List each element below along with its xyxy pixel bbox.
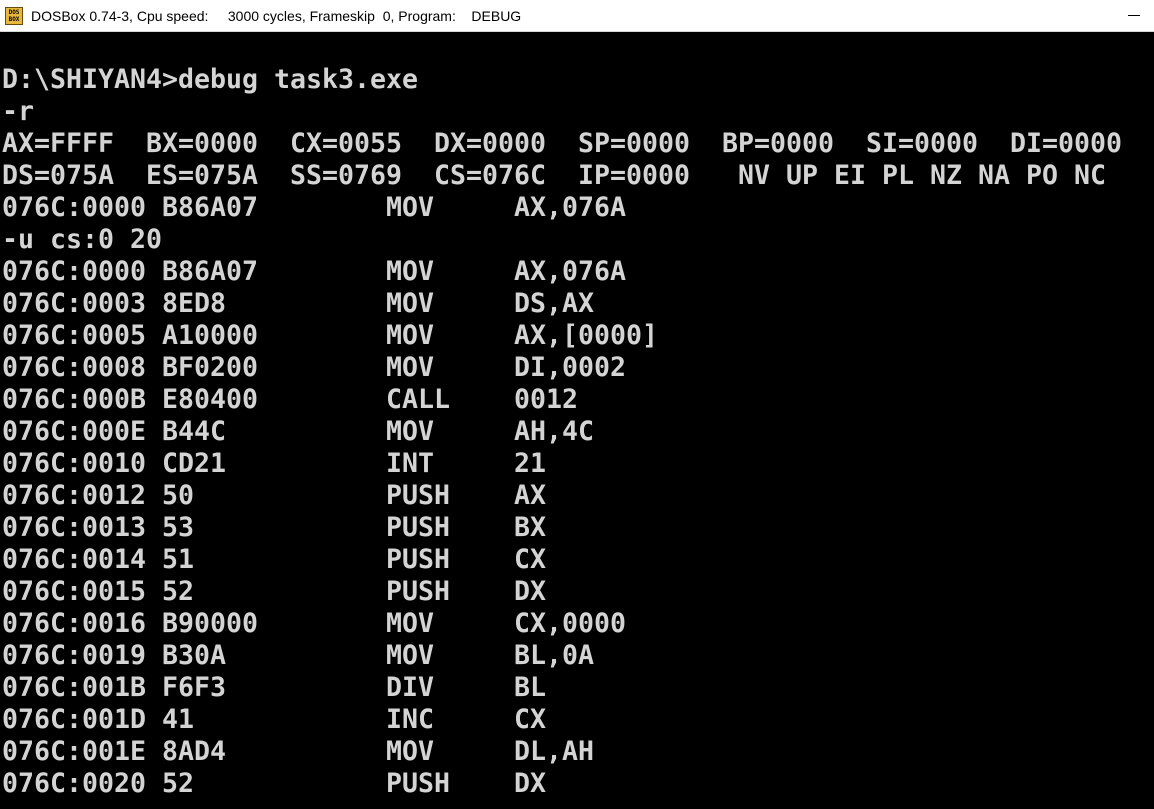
console-line: 076C:0015 52 PUSH DX — [2, 576, 546, 607]
window-title: DOSBox 0.74-3, Cpu speed: 3000 cycles, F… — [31, 8, 522, 24]
console-line: 076C:000B E80400 CALL 0012 — [2, 384, 578, 415]
console-line: -r — [2, 96, 34, 127]
console-line: 076C:0019 B30A MOV BL,0A — [2, 640, 594, 671]
console-line: 076C:0008 BF0200 MOV DI,0002 — [2, 352, 626, 383]
console-line: 076C:0013 53 PUSH BX — [2, 512, 546, 543]
console-line: 076C:0012 50 PUSH AX — [2, 480, 546, 511]
console-line: D:\SHIYAN4>debug task3.exe — [2, 64, 418, 95]
console-line: 076C:0000 B86A07 MOV AX,076A — [2, 192, 626, 223]
console-line: DS=075A ES=075A SS=0769 CS=076C IP=0000 … — [2, 160, 1106, 191]
console-line: -u cs:0 20 — [2, 224, 162, 255]
minimize-icon[interactable] — [1117, 0, 1149, 31]
console-line: 076C:0003 8ED8 MOV DS,AX — [2, 288, 594, 319]
console-line: 076C:0020 52 PUSH DX — [2, 768, 546, 799]
window-titlebar[interactable]: DOS BOX DOSBox 0.74-3, Cpu speed: 3000 c… — [0, 0, 1154, 32]
dosbox-icon: DOS BOX — [5, 7, 23, 25]
console-line: 076C:001B F6F3 DIV BL — [2, 672, 546, 703]
console-line: 076C:0005 A10000 MOV AX,[0000] — [2, 320, 658, 351]
dos-console[interactable]: D:\SHIYAN4>debug task3.exe -r AX=FFFF BX… — [0, 34, 1154, 809]
console-line: 076C:001D 41 INC CX — [2, 704, 546, 735]
console-line: 076C:0010 CD21 INT 21 — [2, 448, 546, 479]
console-line: 076C:0000 B86A07 MOV AX,076A — [2, 256, 626, 287]
console-line: 076C:001E 8AD4 MOV DL,AH — [2, 736, 594, 767]
console-line: 076C:0016 B90000 MOV CX,0000 — [2, 608, 626, 639]
console-line: AX=FFFF BX=0000 CX=0055 DX=0000 SP=0000 … — [2, 128, 1122, 159]
console-line: 076C:0014 51 PUSH CX — [2, 544, 546, 575]
console-line: 076C:000E B44C MOV AH,4C — [2, 416, 594, 447]
